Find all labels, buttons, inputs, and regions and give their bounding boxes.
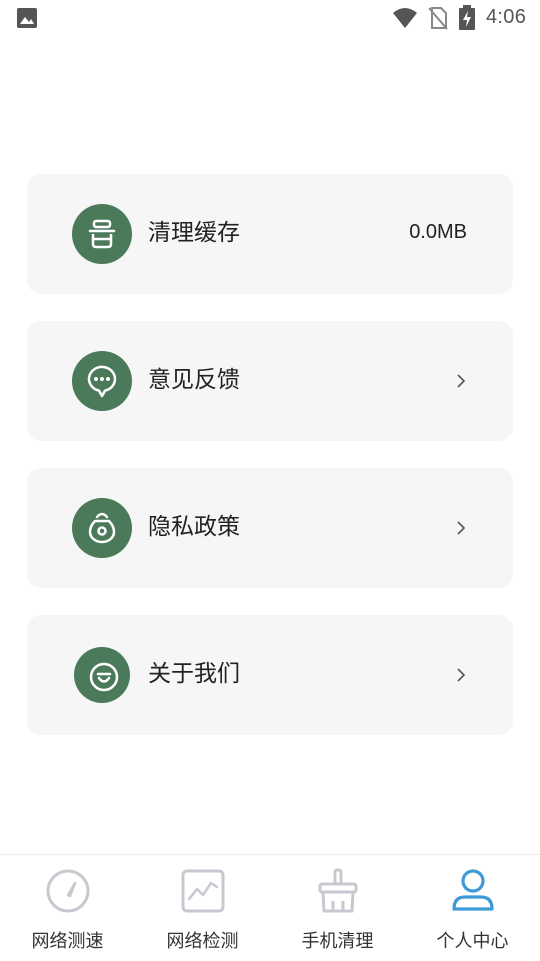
lock-bag-icon: [72, 498, 132, 558]
broom-icon: [318, 868, 358, 913]
chat-bubble-icon: [72, 351, 132, 411]
nav-speed-test[interactable]: 网络测速: [0, 855, 135, 961]
nav-personal-center[interactable]: 个人中心: [405, 855, 540, 961]
chevron-right-icon: [457, 668, 466, 682]
status-bar: 4:06: [0, 0, 540, 36]
about-us-item[interactable]: 关于我们: [27, 615, 513, 735]
gallery-icon: [17, 8, 37, 28]
person-icon: [452, 869, 494, 911]
nav-speed-test-label: 网络测速: [31, 931, 104, 952]
about-us-label: 关于我们: [148, 661, 240, 687]
nav-phone-clean-label: 手机清理: [301, 931, 374, 952]
cache-size-value: 0.0MB: [409, 221, 467, 243]
nav-personal-center-label: 个人中心: [436, 931, 509, 952]
privacy-policy-label: 隐私政策: [148, 514, 240, 540]
chart-line-icon: [181, 869, 225, 913]
nav-phone-clean[interactable]: 手机清理: [270, 855, 405, 961]
speedometer-icon: [46, 869, 90, 913]
privacy-policy-item[interactable]: 隐私政策: [27, 468, 513, 588]
status-time: 4:06: [486, 6, 527, 28]
battery-charging-icon: [459, 5, 475, 30]
wifi-icon: [393, 8, 417, 28]
chevron-right-icon: [457, 374, 466, 388]
bottom-nav: 网络测速 网络检测 手机清理 个人中心: [0, 854, 540, 961]
pot-icon: [72, 204, 132, 264]
clear-cache-label: 清理缓存: [148, 220, 240, 246]
feedback-item[interactable]: 意见反馈: [27, 321, 513, 441]
smiley-icon: [74, 647, 130, 703]
clear-cache-item[interactable]: 清理缓存 0.0MB: [27, 174, 513, 294]
feedback-label: 意见反馈: [148, 367, 240, 393]
chevron-right-icon: [457, 521, 466, 535]
no-sim-icon: [428, 7, 448, 30]
nav-network-check-label: 网络检测: [166, 931, 239, 952]
nav-network-check[interactable]: 网络检测: [135, 855, 270, 961]
